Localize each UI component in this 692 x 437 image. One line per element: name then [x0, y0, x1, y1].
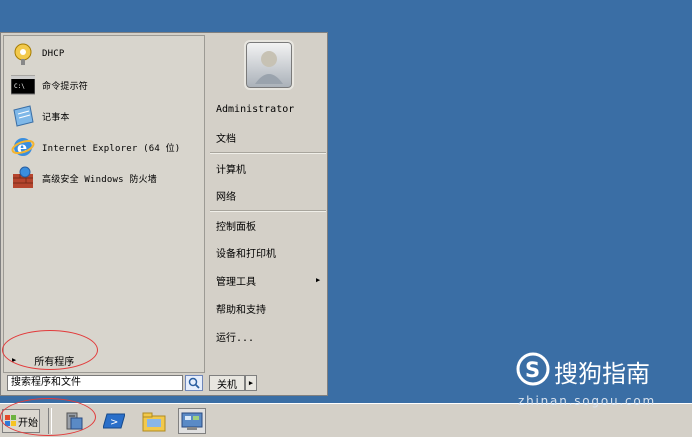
divider	[210, 152, 326, 154]
firewall-icon	[10, 165, 36, 191]
triangle-right-icon: ▶	[248, 379, 254, 387]
user-avatar[interactable]	[244, 40, 294, 90]
place-help-support[interactable]: 帮助和支持	[216, 298, 266, 318]
powershell-icon[interactable]: >	[100, 408, 128, 434]
program-label: Internet Explorer (64 位)	[42, 143, 181, 154]
place-control-panel[interactable]: 控制面板	[216, 215, 256, 235]
place-devices-printers[interactable]: 设备和打印机	[216, 242, 276, 262]
place-computer[interactable]: 计算机	[216, 158, 246, 178]
watermark-text: 搜狗指南	[554, 360, 650, 388]
annotation-circle-start	[0, 398, 96, 436]
program-dhcp[interactable]: DHCP	[10, 40, 64, 68]
explorer-folder-icon[interactable]	[140, 408, 168, 434]
places-pane: Administrator 文档 计算机 网络 控制面板 设备和打印机 管理工具…	[206, 35, 326, 373]
svg-text:>: >	[110, 417, 118, 428]
program-notepad[interactable]: 记事本	[10, 102, 70, 130]
search-icon	[188, 377, 200, 389]
notepad-icon	[10, 103, 36, 129]
submenu-arrow-icon: ▶	[316, 276, 321, 284]
sogou-watermark: S 搜狗指南 zhinan.sogou.com	[516, 352, 686, 408]
shutdown-options-button[interactable]: ▶	[245, 375, 257, 391]
sogou-logo-icon: S	[516, 352, 550, 386]
user-icon	[255, 51, 283, 84]
annotation-circle-all-programs	[2, 330, 98, 370]
program-ie[interactable]: e Internet Explorer (64 位)	[10, 133, 180, 161]
search-input[interactable]: 搜索程序和文件	[7, 375, 183, 391]
place-admin-tools[interactable]: 管理工具	[216, 270, 256, 290]
program-label: 高级安全 Windows 防火墙	[42, 174, 157, 185]
svg-text:S: S	[525, 358, 540, 382]
divider	[210, 210, 326, 212]
search-button[interactable]	[185, 375, 203, 391]
program-cmd[interactable]: C:\ 命令提示符	[10, 71, 88, 99]
programs-pane: DHCP C:\ 命令提示符 记事本 e Internet Explorer (…	[3, 35, 205, 373]
dhcp-icon	[10, 41, 36, 67]
shutdown-button[interactable]: 关机	[209, 375, 245, 391]
taskbar: 开始 >	[0, 403, 692, 437]
place-run[interactable]: 运行...	[216, 326, 254, 346]
program-label: DHCP	[42, 49, 65, 59]
control-panel-icon[interactable]	[178, 408, 206, 434]
program-label: 命令提示符	[42, 81, 89, 92]
watermark-url: zhinan.sogou.com	[518, 394, 657, 408]
cmd-icon: C:\	[10, 72, 36, 98]
user-name[interactable]: Administrator	[216, 99, 294, 119]
place-documents[interactable]: 文档	[216, 127, 236, 147]
ie-icon: e	[10, 134, 36, 160]
program-firewall[interactable]: 高级安全 Windows 防火墙	[10, 164, 157, 192]
program-label: 记事本	[42, 112, 70, 123]
place-network[interactable]: 网络	[216, 185, 236, 205]
svg-text:C:\: C:\	[14, 83, 25, 90]
